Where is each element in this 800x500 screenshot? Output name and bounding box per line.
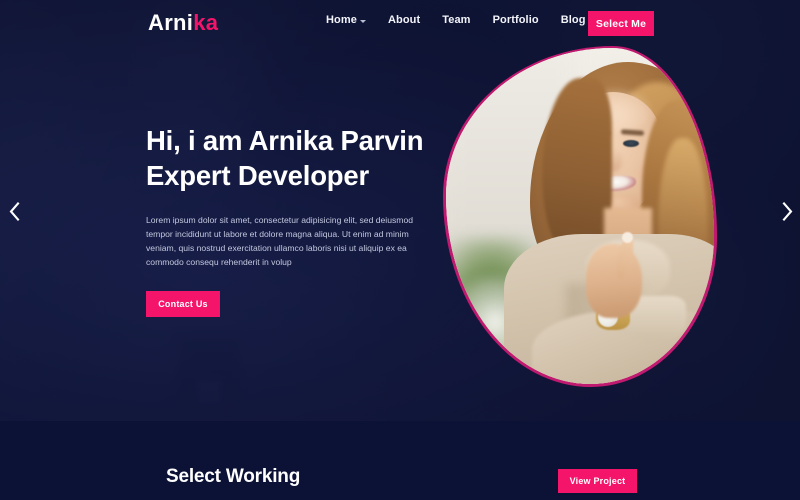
section-title: Select Working	[166, 466, 301, 487]
slider-next-button[interactable]	[774, 196, 800, 226]
site-logo[interactable]: Arnika	[148, 10, 218, 36]
logo-text-accent: ka	[193, 10, 219, 35]
nav-item-team[interactable]: Team	[431, 14, 481, 26]
nav-item-about[interactable]: About	[377, 14, 431, 26]
hero-slider: Hi, i am Arnika Parvin Expert Developer …	[0, 0, 800, 421]
chevron-left-icon	[9, 201, 20, 221]
hero-content: Hi, i am Arnika Parvin Expert Developer …	[146, 123, 466, 318]
photo-fingernail	[622, 232, 633, 243]
nav-item-portfolio[interactable]: Portfolio	[482, 14, 550, 26]
photo-hair-front	[542, 78, 612, 258]
hero-portrait	[443, 46, 717, 387]
page-root: Hi, i am Arnika Parvin Expert Developer …	[0, 0, 800, 500]
nav-item-home[interactable]: Home	[326, 14, 377, 26]
select-me-button[interactable]: Select Me	[588, 11, 654, 36]
portrait-photo	[446, 48, 714, 384]
chevron-right-icon	[782, 201, 793, 221]
hero-headline-line-1: Hi, i am Arnika Parvin	[146, 125, 424, 156]
contact-us-button[interactable]: Contact Us	[146, 291, 220, 318]
photo-eye-right	[623, 140, 639, 147]
select-working-section	[0, 421, 800, 500]
chevron-down-icon	[359, 19, 366, 23]
hero-headline: Hi, i am Arnika Parvin Expert Developer	[146, 123, 466, 193]
photo-hand	[586, 244, 642, 318]
logo-text-main: Arni	[148, 10, 194, 35]
nav-label-home: Home	[326, 14, 357, 26]
site-header: Arnika Home About Team Portfolio Blog Co…	[0, 0, 800, 46]
hero-paragraph: Lorem ipsum dolor sit amet, consectetur …	[146, 215, 414, 268]
view-project-button[interactable]: View Project	[558, 469, 637, 493]
slider-prev-button[interactable]	[1, 196, 27, 226]
hero-headline-line-2: Expert Developer	[146, 160, 370, 191]
